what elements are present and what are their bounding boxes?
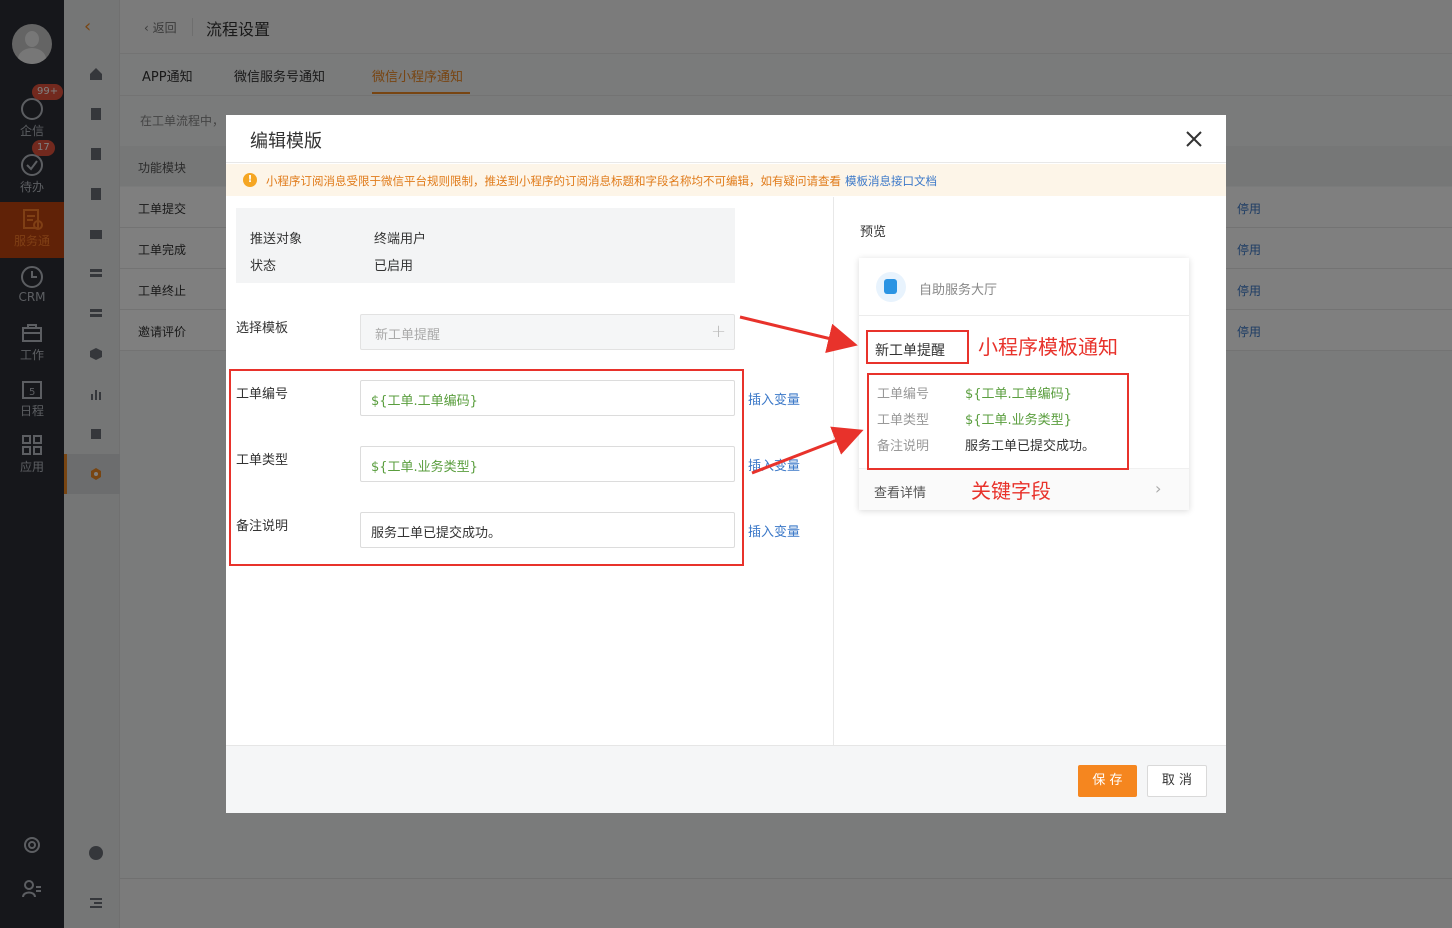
warning-banner: ! 小程序订阅消息受限于微信平台规则限制，推送到小程序的订阅消息标题和字段名称均… bbox=[226, 164, 1226, 196]
preview-card-header: 自助服务大厅 bbox=[859, 258, 1189, 316]
panel-divider bbox=[833, 197, 834, 745]
view-detail-label: 查看详情 bbox=[874, 486, 927, 501]
cancel-button[interactable]: 取 消 bbox=[1147, 765, 1207, 797]
keyfields-highlight-box bbox=[867, 373, 1129, 470]
edit-template-modal: 编辑模版 ! 小程序订阅消息受限于微信平台规则限制，推送到小程序的订阅消息标题和… bbox=[226, 115, 1226, 813]
save-button[interactable]: 保 存 bbox=[1078, 765, 1137, 797]
modal-header: 编辑模版 bbox=[226, 115, 1226, 163]
insert-variable-link[interactable]: 插入变量 bbox=[748, 521, 800, 540]
fields-highlight-box bbox=[229, 369, 744, 566]
preview-title: 预览 bbox=[860, 225, 887, 240]
chevron-right-icon: › bbox=[1155, 479, 1162, 498]
miniprogram-logo-icon bbox=[876, 272, 906, 302]
template-select[interactable]: 新工单提醒 + bbox=[360, 314, 735, 350]
template-select-value: 新工单提醒 bbox=[375, 328, 441, 343]
modal-title: 编辑模版 bbox=[250, 131, 322, 152]
status-label: 状态 bbox=[250, 259, 277, 274]
insert-variable-link[interactable]: 插入变量 bbox=[748, 389, 800, 408]
push-info-box: 推送对象 终端用户 状态 已启用 bbox=[236, 208, 735, 283]
warning-icon: ! bbox=[243, 173, 257, 187]
template-doc-link[interactable]: 模板消息接口文档 bbox=[845, 174, 937, 188]
status-value: 已启用 bbox=[374, 259, 414, 274]
modal-footer: 保 存 取 消 bbox=[226, 745, 1226, 813]
warning-text: 小程序订阅消息受限于微信平台规则限制，推送到小程序的订阅消息标题和字段名称均不可… bbox=[266, 173, 937, 189]
template-select-label: 选择模板 bbox=[236, 321, 289, 336]
insert-variable-link[interactable]: 插入变量 bbox=[748, 455, 800, 474]
keyfields-annotation: 关键字段 bbox=[971, 479, 1051, 503]
warning-message: 小程序订阅消息受限于微信平台规则限制，推送到小程序的订阅消息标题和字段名称均不可… bbox=[266, 174, 841, 188]
title-highlight-box bbox=[866, 330, 969, 364]
miniprogram-name: 自助服务大厅 bbox=[919, 283, 998, 298]
plus-icon: + bbox=[711, 321, 727, 342]
push-target-label: 推送对象 bbox=[250, 232, 303, 247]
push-target-value: 终端用户 bbox=[374, 232, 427, 247]
close-icon[interactable] bbox=[1182, 127, 1206, 151]
template-annotation: 小程序模板通知 bbox=[978, 335, 1118, 359]
